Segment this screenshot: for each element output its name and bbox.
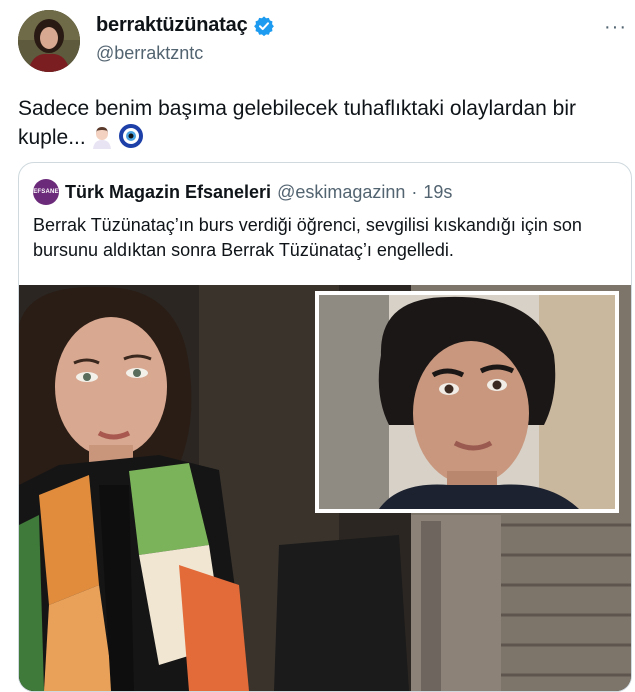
author-handle[interactable]: @berraktzntc	[96, 43, 203, 64]
separator-dot: ·	[411, 181, 418, 202]
quoted-author-avatar[interactable]: EFSANE	[33, 179, 59, 205]
author-avatar-image	[18, 10, 80, 72]
quoted-author-handle[interactable]: @eskimagazinn	[277, 182, 405, 203]
quoted-tweet-card[interactable]: EFSANE Türk Magazin Efsaneleri @eskimaga…	[18, 162, 632, 692]
verified-badge-icon	[253, 15, 275, 37]
nazar-amulet-icon	[118, 123, 144, 157]
quoted-author-name[interactable]: Türk Magazin Efsaneleri	[65, 182, 271, 203]
author-display-name[interactable]: berraktüzünataç	[96, 14, 248, 37]
quoted-tweet-header: EFSANE Türk Magazin Efsaneleri @eskimaga…	[33, 179, 452, 205]
author-name-row: berraktüzünataç	[96, 14, 275, 37]
more-options-icon[interactable]: ···	[604, 16, 627, 39]
quoted-tweet-text: Berrak Tüzünataç’ın burs verdiği öğrenci…	[33, 215, 582, 260]
woman-facepalming-icon	[90, 125, 114, 157]
quoted-tweet-image[interactable]	[19, 285, 631, 691]
tweet-text: Sadece benim başıma gelebilecek tuhaflık…	[18, 95, 628, 157]
quoted-timestamp[interactable]: 19s	[423, 182, 452, 203]
author-avatar[interactable]	[18, 10, 80, 72]
